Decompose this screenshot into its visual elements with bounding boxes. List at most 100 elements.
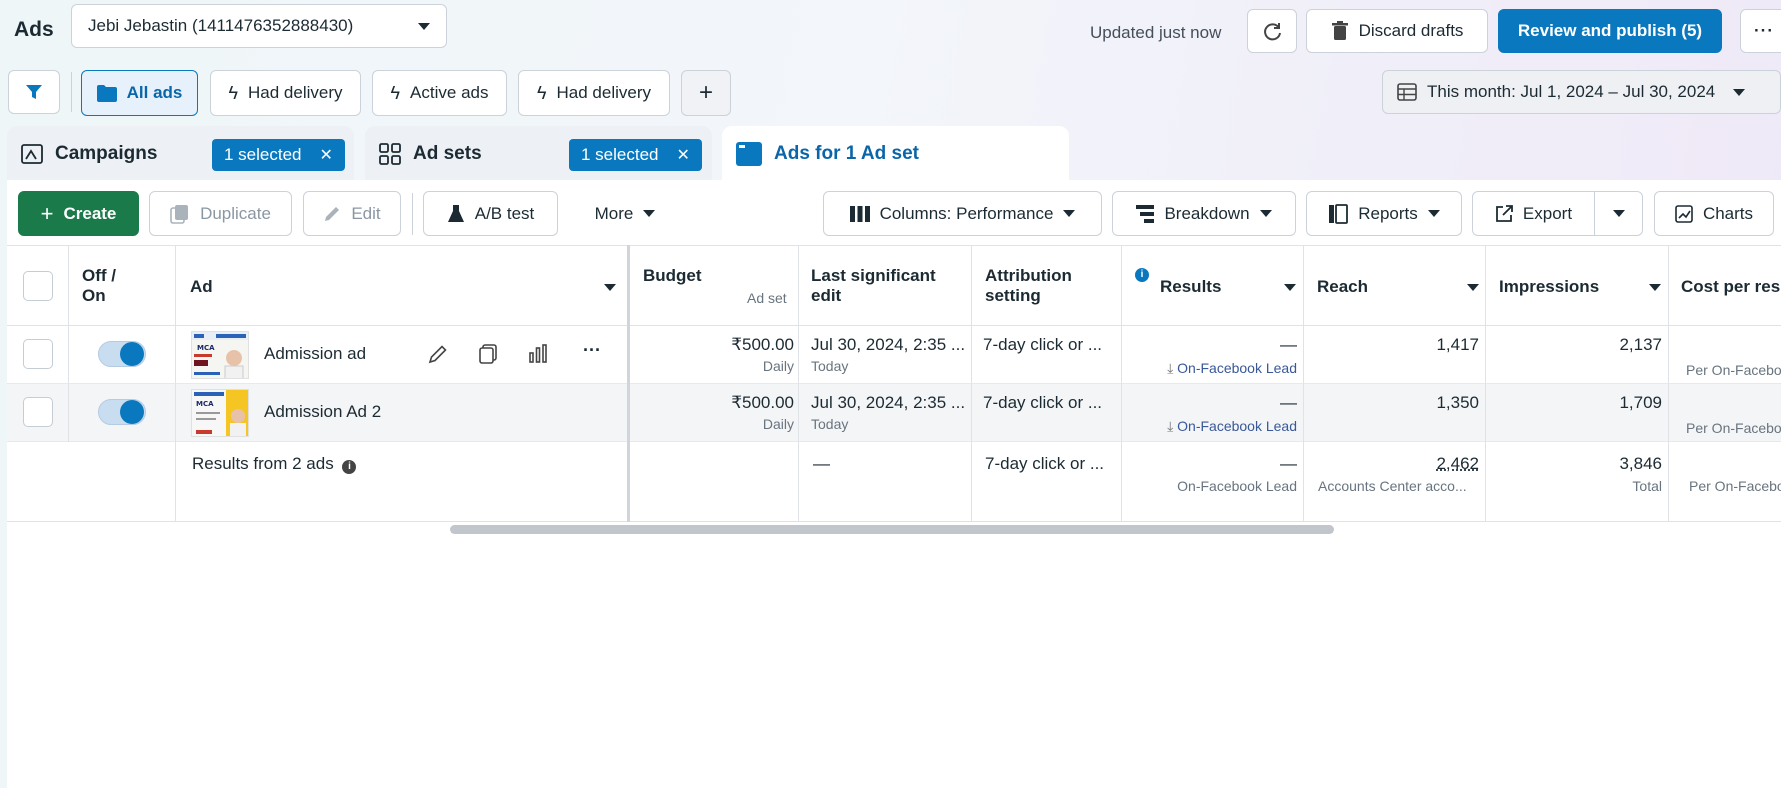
lightning-icon: ϟ [390,82,401,103]
more-label: More [594,203,634,223]
info-icon[interactable]: i [342,460,357,474]
ad-name[interactable]: Admission Ad 2 [264,402,381,422]
divider [412,193,413,235]
close-icon[interactable]: ✕ [677,145,690,165]
chevron-down-icon [1612,210,1625,217]
create-button[interactable]: + Create [18,191,139,236]
filter-active-ads[interactable]: ϟ Active ads [372,70,507,116]
pencil-icon [325,206,340,221]
close-icon[interactable]: ✕ [320,145,333,165]
column-header-budget[interactable]: Budget [643,266,702,286]
account-selector[interactable]: Jebi Jebastin (1411476352888430) [71,4,447,48]
filter-had-delivery-2-label: Had delivery [556,83,652,102]
results-link[interactable]: ⤓ On-Facebook Lead [1127,358,1297,378]
charts-label: Charts [1702,203,1754,223]
column-header-budget-sub: Ad set [747,290,787,306]
column-divider [627,245,630,522]
tab-ads[interactable]: Ads for 1 Ad set [722,126,1069,181]
refresh-button[interactable] [1247,9,1297,53]
breakdown-label: Breakdown [1164,203,1250,223]
column-header-last-edit[interactable]: Last significant edit [811,266,951,306]
table-header-row: Off / On Ad Budget Ad set Last significa… [7,245,1781,326]
column-divider [798,245,799,522]
ad-status-toggle[interactable] [98,341,146,367]
insights-row-icon[interactable] [527,343,549,370]
filter-button[interactable] [8,70,60,114]
totals-attribution: 7-day click or ... [985,454,1105,473]
add-filter-button[interactable]: + [681,70,731,116]
select-all-checkbox[interactable] [23,271,53,301]
column-header-reach[interactable]: Reach [1317,277,1368,297]
column-divider [68,245,69,442]
column-header-results[interactable]: Results [1160,277,1221,297]
edit-row-icon[interactable] [427,343,449,370]
cost-sub: Per On-Facebo [1686,362,1781,378]
impressions-value: 1,709 [1619,393,1662,412]
adsets-selected-label: 1 selected [581,145,659,164]
filter-had-delivery[interactable]: ϟ Had delivery [210,70,361,116]
ad-thumbnail[interactable]: MCA [191,331,249,379]
reports-icon [1329,203,1349,224]
column-header-cost[interactable]: Cost per res [1681,277,1780,297]
discard-drafts-button[interactable]: Discard drafts [1306,9,1488,53]
more-options-button[interactable]: ··· [1740,9,1781,53]
edit-button[interactable]: Edit [303,191,401,236]
last-edit-sub: Today [811,358,849,374]
reports-button[interactable]: Reports [1306,191,1462,236]
thumb-text: MCA [197,344,215,352]
table-row[interactable]: MCA Admission Ad 2 ₹500.00 Daily Jul 30,… [7,384,1781,442]
totals-last-edit: — [813,454,830,473]
more-dots-icon: ··· [1754,21,1774,40]
review-publish-button[interactable]: Review and publish (5) [1498,9,1722,53]
column-divider [971,245,972,522]
trash-icon [1331,21,1348,40]
chevron-down-icon [643,210,656,217]
sort-caret-icon[interactable] [1467,284,1479,291]
filter-had-delivery-2[interactable]: ϟ Had delivery [518,70,670,116]
export-icon [1496,204,1513,222]
ab-test-button[interactable]: A/B test [423,191,558,236]
column-header-ad[interactable]: Ad [190,277,213,297]
columns-button[interactable]: Columns: Performance [823,191,1102,236]
sort-caret-icon[interactable] [1284,284,1296,291]
ad-name[interactable]: Admission ad [264,344,366,364]
filter-all-ads[interactable]: All ads [81,70,198,116]
export-button[interactable]: Export [1472,191,1595,236]
breakdown-icon [1136,204,1155,223]
campaigns-selected-chip[interactable]: 1 selected ✕ [212,139,345,171]
row-checkbox[interactable] [23,397,53,427]
duplicate-button[interactable]: Duplicate [149,191,292,236]
info-icon[interactable]: i [1135,268,1149,282]
ad-status-toggle[interactable] [98,399,146,425]
sort-caret-icon[interactable] [604,284,616,291]
filter-all-ads-label: All ads [126,83,183,102]
date-range-selector[interactable]: This month: Jul 1, 2024 – Jul 30, 2024 [1382,70,1781,114]
horizontal-scrollbar[interactable] [450,525,1334,534]
more-button[interactable]: More [575,191,675,236]
breakdown-button[interactable]: Breakdown [1112,191,1296,236]
thumb-text: MCA [196,400,214,408]
table-row[interactable]: MCA Admission ad ··· ₹500.00 Daily Jul 3… [7,326,1781,384]
results-sub[interactable]: On-Facebook Lead [1177,418,1297,434]
results-link[interactable]: ⤓ On-Facebook Lead [1127,416,1297,436]
ad-window-icon [736,141,762,166]
export-dropdown-button[interactable] [1594,191,1643,236]
calendar-table-icon [1397,83,1417,101]
folder-icon [96,84,117,102]
review-publish-label: Review and publish (5) [1517,21,1703,40]
adsets-selected-chip[interactable]: 1 selected ✕ [569,139,702,171]
ad-thumbnail[interactable]: MCA [191,389,249,437]
sort-caret-icon[interactable] [1649,284,1661,291]
results-sub[interactable]: On-Facebook Lead [1177,360,1297,376]
totals-impressions: 3,846 [1619,454,1662,473]
charts-button[interactable]: Charts [1654,191,1774,236]
column-header-attribution[interactable]: Attribution setting [985,266,1085,306]
more-row-icon[interactable]: ··· [583,340,601,361]
duplicate-row-icon[interactable] [477,343,499,370]
column-header-offon[interactable]: Off / On [82,266,142,306]
flask-icon [447,204,464,222]
reports-label: Reports [1358,203,1418,223]
create-label: Create [63,203,117,223]
column-header-impressions[interactable]: Impressions [1499,277,1599,297]
row-checkbox[interactable] [23,339,53,369]
